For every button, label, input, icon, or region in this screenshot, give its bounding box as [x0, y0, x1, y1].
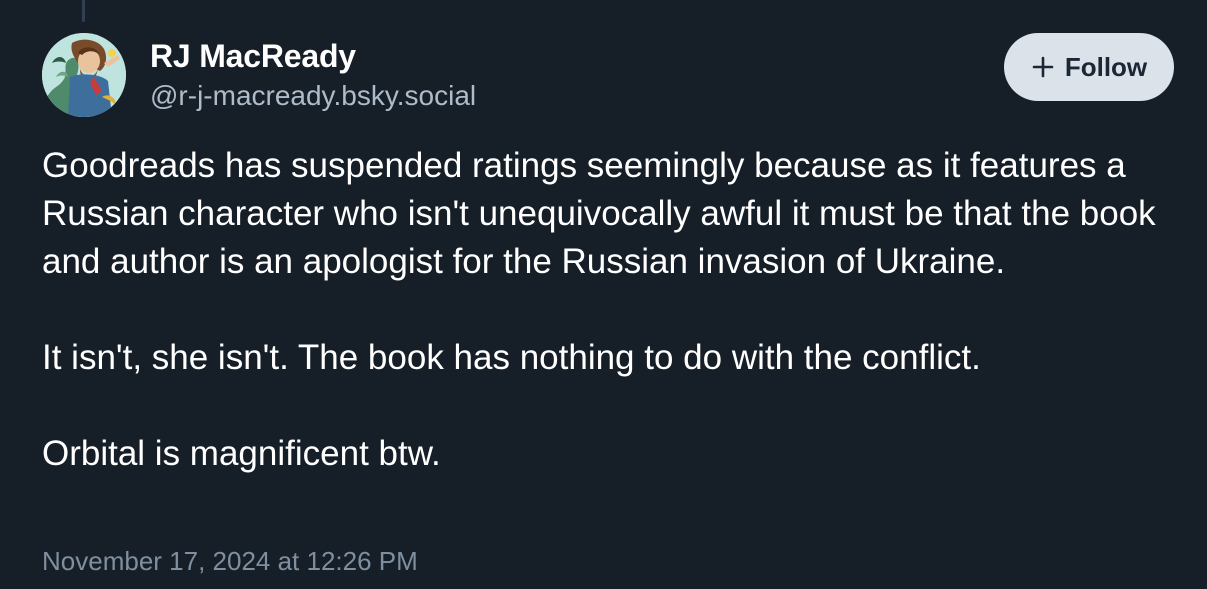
- post-paragraph: Orbital is magnificent btw.: [42, 434, 441, 473]
- thread-connector-line: [82, 0, 85, 22]
- post-body: Goodreads has suspended ratings seemingl…: [42, 142, 1172, 478]
- post-paragraph: It isn't, she isn't. The book has nothin…: [42, 338, 981, 377]
- author-handle[interactable]: @r-j-macready.bsky.social: [150, 78, 476, 114]
- author-display-name[interactable]: RJ MacReady: [150, 36, 476, 76]
- post-timestamp[interactable]: November 17, 2024 at 12:26 PM: [42, 544, 418, 578]
- avatar-illustration-icon: [42, 33, 126, 117]
- follow-button-label: Follow: [1064, 51, 1148, 82]
- post-author: RJ MacReady @r-j-macready.bsky.social: [150, 36, 476, 114]
- post-paragraph: Goodreads has suspended ratings seemingl…: [42, 146, 1156, 281]
- avatar[interactable]: [42, 33, 126, 117]
- plus-icon: [1032, 56, 1054, 78]
- follow-button[interactable]: Follow: [1004, 33, 1174, 101]
